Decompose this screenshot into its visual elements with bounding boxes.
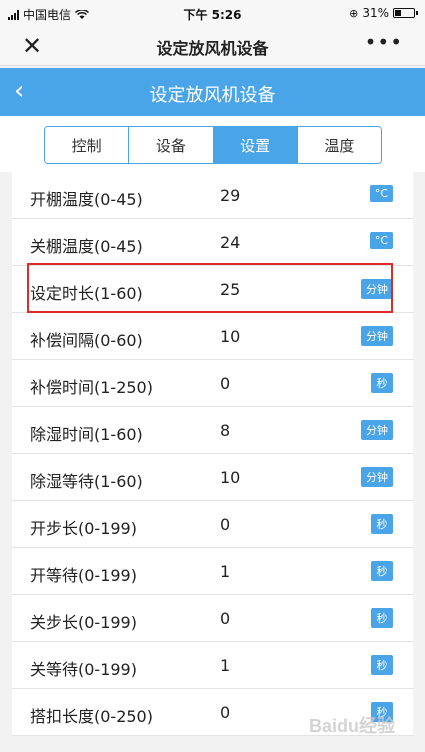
- setting-row[interactable]: 设定时长(1-60) 25 分钟: [12, 266, 413, 313]
- setting-label: 关等待(0-199): [30, 660, 137, 679]
- setting-value[interactable]: 0: [220, 703, 230, 722]
- setting-label: 设定时长(1-60): [30, 284, 143, 303]
- setting-row[interactable]: 关棚温度(0-45) 24 °C: [12, 219, 413, 266]
- setting-row[interactable]: 关等待(0-199) 1 秒: [12, 642, 413, 689]
- unit-badge: 秒: [371, 373, 393, 393]
- battery-tip: [416, 11, 418, 15]
- unit-badge: °C: [369, 232, 393, 249]
- setting-value[interactable]: 0: [220, 374, 230, 393]
- tab-temperature[interactable]: 温度: [297, 127, 381, 163]
- unit-badge: 分钟: [361, 467, 393, 487]
- setting-row[interactable]: 补偿时间(1-250) 0 秒: [12, 360, 413, 407]
- setting-value[interactable]: 24: [220, 233, 240, 252]
- more-icon[interactable]: •••: [365, 30, 403, 54]
- unit-badge: 秒: [371, 561, 393, 581]
- battery-icon: [393, 8, 418, 18]
- setting-label: 开棚温度(0-45): [30, 190, 143, 209]
- setting-label: 关棚温度(0-45): [30, 237, 143, 256]
- watermark-logo: Baidu经验: [308, 716, 395, 736]
- tab-control[interactable]: 控制: [45, 127, 130, 163]
- page-title: 设定放风机设备: [149, 85, 276, 106]
- battery-percent: 31%: [362, 6, 389, 20]
- status-right: ⊕ 31%: [349, 6, 418, 20]
- tab-bar: 控制 设备 设置 温度: [44, 126, 382, 164]
- tab-settings[interactable]: 设置: [213, 127, 298, 163]
- battery-fill: [395, 10, 401, 16]
- setting-label: 补偿间隔(0-60): [30, 331, 143, 350]
- nav-title: 设定放风机设备: [156, 39, 269, 58]
- setting-label: 补偿时间(1-250): [30, 378, 153, 397]
- settings-list: 开棚温度(0-45) 29 °C 关棚温度(0-45) 24 °C 设定时长(1-60) 25…: [12, 172, 413, 736]
- setting-label: 搭扣长度(0-250): [30, 707, 153, 726]
- setting-value[interactable]: 8: [220, 421, 230, 440]
- unit-badge: 秒: [371, 514, 393, 534]
- top-navbar: ✕ 设定放风机设备 •••: [0, 26, 425, 66]
- unit-badge: 秒: [371, 655, 393, 675]
- setting-value[interactable]: 29: [220, 186, 240, 205]
- unit-badge: 分钟: [361, 279, 393, 299]
- setting-label: 关步长(0-199): [30, 613, 137, 632]
- setting-value[interactable]: 25: [220, 280, 240, 299]
- setting-row[interactable]: 开等待(0-199) 1 秒: [12, 548, 413, 595]
- setting-row[interactable]: 开棚温度(0-45) 29 °C: [12, 172, 413, 219]
- unit-badge: 秒: [371, 608, 393, 628]
- unit-badge: 分钟: [361, 420, 393, 440]
- setting-row[interactable]: 除湿等待(1-60) 10 分钟: [12, 454, 413, 501]
- setting-value[interactable]: 0: [220, 515, 230, 534]
- status-bar: 中国电信 下午 5:26 ⊕ 31%: [0, 0, 425, 26]
- setting-value[interactable]: 10: [220, 327, 240, 346]
- setting-row[interactable]: 关步长(0-199) 0 秒: [12, 595, 413, 642]
- setting-row[interactable]: 开步长(0-199) 0 秒: [12, 501, 413, 548]
- setting-label: 除湿时间(1-60): [30, 425, 143, 444]
- setting-row[interactable]: 补偿间隔(0-60) 10 分钟: [12, 313, 413, 360]
- setting-label: 开等待(0-199): [30, 566, 137, 585]
- setting-label: 除湿等待(1-60): [30, 472, 143, 491]
- unit-badge: °C: [369, 185, 393, 202]
- tab-device[interactable]: 设备: [129, 127, 214, 163]
- setting-value[interactable]: 1: [220, 562, 230, 581]
- orientation-lock-icon: ⊕: [349, 6, 359, 20]
- unit-badge: 分钟: [361, 326, 393, 346]
- setting-value[interactable]: 1: [220, 656, 230, 675]
- setting-row[interactable]: 除湿时间(1-60) 8 分钟: [12, 407, 413, 454]
- setting-value[interactable]: 0: [220, 609, 230, 628]
- tabs-container: 控制 设备 设置 温度: [0, 116, 425, 172]
- app-header: ‹ 设定放风机设备: [0, 68, 425, 116]
- setting-label: 开步长(0-199): [30, 519, 137, 538]
- setting-value[interactable]: 10: [220, 468, 240, 487]
